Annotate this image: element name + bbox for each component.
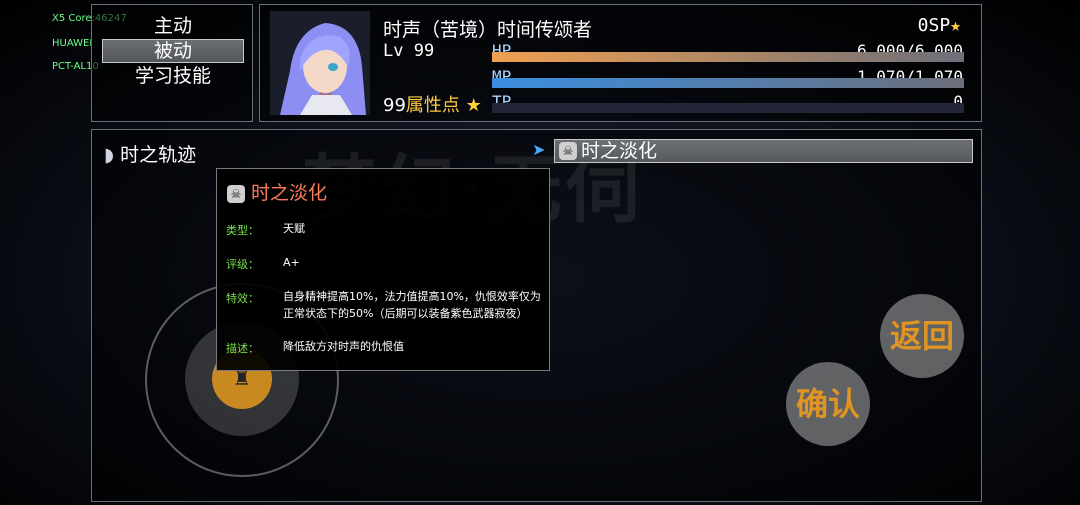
skill-category-menu: 主动 被动 学习技能 [91,4,253,122]
skill-tree-title: 时之轨迹 [120,144,197,166]
tp-bar [492,103,964,113]
hp-bar [492,52,964,62]
mp-bar-fill [492,78,964,88]
star-icon: ★ [950,15,961,36]
back-button[interactable]: 返回 [880,294,964,378]
skill-tooltip: ☠ 时之淡化 类型： 天赋 评级： A+ 特效： 自身精神提高10%，法力值提高… [216,168,550,371]
debug-line: HUAWEI [52,38,93,49]
rating-label: 评级： [226,258,259,271]
type-label: 类型： [226,224,259,237]
skull-icon: ☠ [227,184,245,203]
skill-name: 时之淡化 [581,140,658,162]
attribute-points-label: 属性点 [405,95,460,116]
tooltip-title: 时之淡化 [251,182,328,204]
skill-tree-header: ◗ 时之轨迹 [104,140,196,167]
confirm-button[interactable]: 确认 [786,362,870,446]
rating-value: A+ [283,256,300,269]
actor-status-panel: 时声（苦境）时间传颂者 0SP★ Lv 99 99属性点 ★ HP 6,000/… [259,4,982,122]
mp-bar [492,78,964,88]
skill-row-selected[interactable]: ☠ 时之淡化 [554,139,973,163]
actor-portrait [270,11,370,115]
actor-name: 时声（苦境）时间传颂者 [383,19,593,41]
attribute-points: 99属性点 ★ [383,91,482,117]
menu-item-active[interactable]: 主动 [102,14,244,38]
wing-icon: ◗ [104,144,115,166]
star-icon: ★ [465,95,482,116]
actor-level: Lv 99 [383,41,435,61]
menu-item-learn[interactable]: 学习技能 [102,64,244,88]
effect-label: 特效： [226,292,259,305]
description-value: 降低敌方对时声的仇恨值 [283,340,404,353]
hp-bar-fill [492,52,964,62]
arrow-cursor-icon: ➤ [532,140,546,159]
skull-icon: ☠ [559,142,577,160]
effect-value: 自身精神提高10%，法力值提高10%，仇恨效率仅为正常状态下的50%（后期可以装… [283,290,541,320]
description-label: 描述： [226,342,259,355]
tooltip-title-row: ☠ 时之淡化 [227,178,327,205]
menu-item-passive[interactable]: 被动 [102,39,244,63]
type-value: 天赋 [283,222,305,235]
sp-value: 0SP [917,15,951,36]
sp-display: 0SP★ [918,15,961,36]
attribute-points-value: 99 [383,95,406,116]
